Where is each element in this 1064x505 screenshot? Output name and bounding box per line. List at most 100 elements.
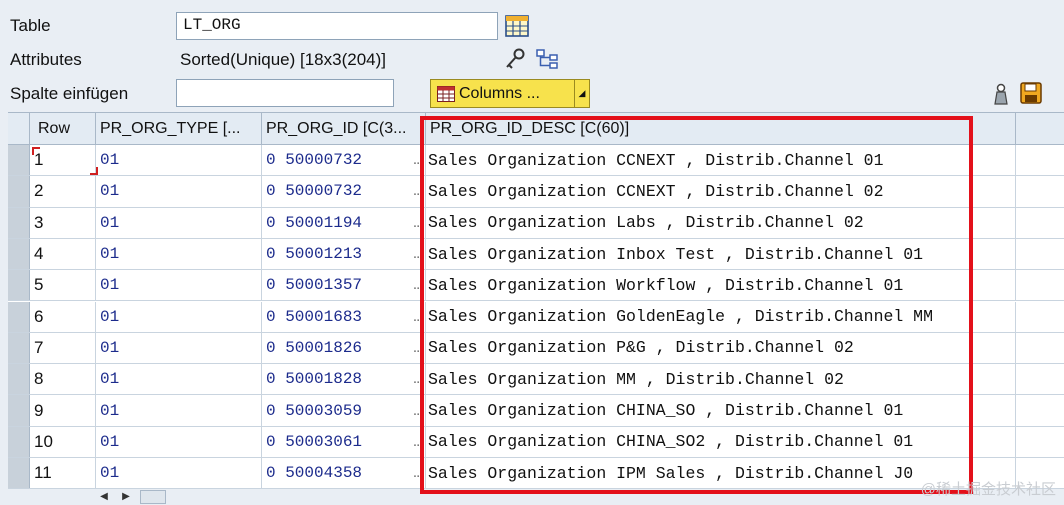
row-selector[interactable]	[8, 145, 30, 176]
cell-pr-org-id-desc[interactable]: Sales Organization CCNEXT , Distrib.Chan…	[426, 176, 1016, 207]
scroll-thumb[interactable]	[140, 489, 166, 504]
cell-pr-org-id-desc[interactable]: Sales Organization CHINA_SO , Distrib.Ch…	[426, 395, 1016, 426]
row-selector[interactable]	[8, 332, 30, 364]
row-selector[interactable]	[8, 364, 30, 395]
cell-row[interactable]: 6	[30, 301, 96, 332]
insert-column-field[interactable]	[176, 79, 394, 107]
cell-pr-org-id-value: 0 50004358	[266, 464, 363, 483]
cell-pr-org-id[interactable]: 0 50001828…	[262, 364, 426, 395]
horizontal-scrollbar[interactable]: ◀ ▶	[96, 488, 166, 505]
table-row[interactable]: 2 01 0 50000732 … Sales Organization CCNE…	[8, 176, 1064, 208]
cell-pr-org-type[interactable]: 01	[96, 301, 262, 332]
cell-pr-org-id[interactable]: 0 50004358…	[262, 458, 426, 489]
cell-row[interactable]: 3	[30, 207, 96, 238]
row-selector[interactable]	[8, 301, 30, 332]
hierarchy-icon[interactable]	[534, 46, 560, 72]
cell-pr-org-type[interactable]: 01	[96, 145, 262, 176]
cell-filler	[1016, 270, 1064, 300]
cell-pr-org-id[interactable]: 0 50000732…	[262, 176, 426, 207]
cell-pr-org-id-desc[interactable]: Sales Organization P&G , Distrib.Channel…	[426, 332, 1016, 364]
table-row[interactable]: 1 01 0 50000732… Sales Organization CCNE…	[8, 145, 1064, 177]
cell-pr-org-id-desc[interactable]: Sales Organization CCNEXT , Distrib.Chan…	[426, 145, 1016, 176]
cell-pr-org-type[interactable]: 01	[96, 176, 262, 207]
cell-pr-org-id[interactable]: 0 50001213…	[262, 238, 426, 270]
row-selector[interactable]	[8, 458, 30, 489]
cell-pr-org-id-desc[interactable]: Sales Organization Labs , Distrib.Channe…	[426, 207, 1016, 238]
scroll-left-icon[interactable]: ◀	[96, 490, 112, 504]
cell-pr-org-type[interactable]: 01	[96, 458, 262, 489]
row-selector[interactable]	[8, 238, 30, 270]
cell-row[interactable]: 10	[30, 426, 96, 457]
watermark-text: @稀土掘金技术社区	[920, 481, 1056, 498]
attributes-label: Attributes	[10, 50, 82, 69]
truncation-dots: …	[413, 151, 423, 170]
scroll-right-icon[interactable]: ▶	[118, 490, 134, 504]
cell-pr-org-id[interactable]: 0 50000732…	[262, 145, 426, 176]
cell-pr-org-id-value: 0 50003059	[266, 401, 363, 420]
cell-pr-org-type[interactable]: 01	[96, 395, 262, 426]
cell-pr-org-type[interactable]: 01	[96, 207, 262, 238]
cell-pr-org-id-desc[interactable]: Sales Organization MM , Distrib.Channel …	[426, 364, 1016, 395]
cell-pr-org-id-value: 0 50001213	[266, 245, 363, 264]
cell-pr-org-type[interactable]: 01	[96, 270, 262, 301]
row-selector[interactable]	[8, 395, 30, 426]
cell-row[interactable]: 5	[30, 270, 96, 301]
cell-pr-org-id-value: 0 50003061	[266, 432, 363, 451]
cell-pr-org-id-desc[interactable]: Sales Organization GoldenEagle , Distrib…	[426, 301, 1016, 332]
cell-filler	[1016, 208, 1064, 238]
focus-corner-bottom-right	[90, 167, 98, 175]
dropdown-arrow-icon[interactable]: ◢	[575, 88, 589, 99]
cell-pr-org-id[interactable]: 0 50001194…	[262, 207, 426, 238]
table-row[interactable]: 5 01 0 50001357 … Sales Organization Work…	[8, 270, 1064, 302]
table-name-field[interactable]: LT_ORG	[176, 12, 498, 40]
row-selector[interactable]	[8, 207, 30, 238]
cell-filler	[1016, 395, 1064, 425]
cell-filler	[1016, 176, 1064, 206]
table-row[interactable]: 3 01 0 50001194 … Sales Organization Labs…	[8, 207, 1064, 239]
table-row[interactable]: 11 01 0 50004358… Sales Organization IPM…	[8, 458, 1064, 490]
header-pr-org-id[interactable]: PR_ORG_ID [C(3...	[262, 113, 426, 144]
save-icon[interactable]	[1018, 80, 1044, 106]
cell-pr-org-id-desc[interactable]: Sales Organization CHINA_SO2 , Distrib.C…	[426, 426, 1016, 457]
table-row[interactable]: 6 01 0 50001683 … Sales Organization Gold…	[8, 301, 1064, 333]
cell-pr-org-id-desc[interactable]: Sales Organization Inbox Test , Distrib.…	[426, 238, 1016, 270]
cell-pr-org-type[interactable]: 01	[96, 238, 262, 270]
weight-icon[interactable]	[988, 81, 1014, 107]
cell-filler	[1016, 302, 1064, 332]
cell-pr-org-type[interactable]: 01	[96, 332, 262, 364]
cell-row[interactable]: 4	[30, 238, 96, 270]
header-row[interactable]: Row	[30, 113, 96, 144]
row-selector[interactable]	[8, 426, 30, 457]
table-row[interactable]: 4 01 0 50001213 … Sales Organization Inbo…	[8, 238, 1064, 271]
cell-row[interactable]: 11	[30, 458, 96, 489]
table-row[interactable]: 9 01 0 50003059 … Sales Organization CHIN…	[8, 395, 1064, 427]
row-selector[interactable]	[8, 270, 30, 301]
table-row[interactable]: 7 01 0 50001826 … Sales Organization P&G …	[8, 332, 1064, 365]
key-icon[interactable]	[503, 46, 529, 72]
cell-row[interactable]: 2	[30, 176, 96, 207]
cell-pr-org-id[interactable]: 0 50003061…	[262, 426, 426, 457]
header-selector[interactable]	[8, 113, 30, 144]
insert-column-label: Spalte einfügen	[10, 84, 129, 103]
cell-pr-org-id[interactable]: 0 50001357…	[262, 270, 426, 301]
header-pr-org-id-desc[interactable]: PR_ORG_ID_DESC [C(60)]	[426, 113, 1016, 144]
table-view-icon[interactable]	[504, 13, 530, 39]
cell-pr-org-id-desc[interactable]: Sales Organization Workflow , Distrib.Ch…	[426, 270, 1016, 301]
cell-filler	[1016, 427, 1064, 457]
table-row[interactable]: 8 01 0 50001828 … Sales Organization MM ,…	[8, 364, 1064, 396]
cell-filler	[1016, 364, 1064, 394]
cell-pr-org-type[interactable]: 01	[96, 364, 262, 395]
cell-row[interactable]: 9	[30, 395, 96, 426]
cell-pr-org-id[interactable]: 0 50001683…	[262, 301, 426, 332]
cell-row[interactable]: 8	[30, 364, 96, 395]
header-filler	[1016, 113, 1064, 144]
cell-filler	[1016, 333, 1064, 363]
cell-pr-org-type[interactable]: 01	[96, 426, 262, 457]
table-row[interactable]: 10 01 0 50003061 … Sales Organization CHI…	[8, 426, 1064, 458]
cell-pr-org-id[interactable]: 0 50001826…	[262, 332, 426, 364]
header-pr-org-type[interactable]: PR_ORG_TYPE [...	[96, 113, 262, 144]
cell-pr-org-id[interactable]: 0 50003059…	[262, 395, 426, 426]
cell-row[interactable]: 7	[30, 332, 96, 364]
columns-button[interactable]: Columns ... ◢	[430, 79, 590, 108]
row-selector[interactable]	[8, 176, 30, 207]
